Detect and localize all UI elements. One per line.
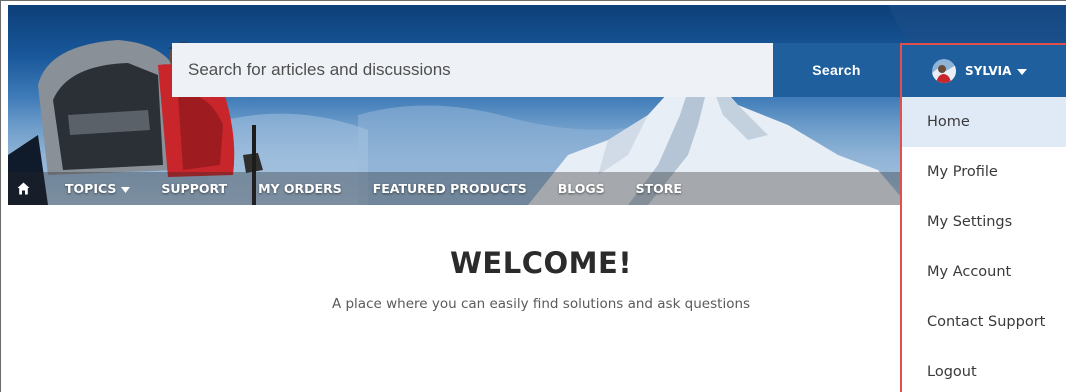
nav-item-label: MY ORDERS <box>258 181 342 196</box>
search-button[interactable]: Search <box>773 43 900 97</box>
nav-item-featured-products[interactable]: FEATURED PRODUCTS <box>373 181 527 196</box>
welcome-title: WELCOME! <box>449 246 633 280</box>
search-bar: Search <box>172 43 900 97</box>
menu-item-home[interactable]: Home <box>902 97 1066 147</box>
nav-item-label: SUPPORT <box>161 181 228 196</box>
user-menu-panel: SYLVIA Home My Profile My Settings My Ac… <box>900 43 1066 392</box>
main-nav: TOPICS SUPPORT MY ORDERS FEATURED PRODUC… <box>8 172 900 205</box>
nav-item-topics[interactable]: TOPICS <box>65 181 131 196</box>
menu-item-my-settings[interactable]: My Settings <box>902 197 1066 247</box>
caret-down-icon <box>1017 62 1028 80</box>
nav-home[interactable] <box>12 172 34 205</box>
user-menu-list: Home My Profile My Settings My Account C… <box>902 97 1066 392</box>
nav-item-label: FEATURED PRODUCTS <box>372 181 527 196</box>
nav-item-store[interactable]: STORE <box>636 181 682 196</box>
user-name: SYLVIA <box>965 64 1012 78</box>
home-icon <box>17 182 29 195</box>
caret-down-icon <box>121 181 131 196</box>
nav-item-label: STORE <box>635 181 682 196</box>
nav-item-blogs[interactable]: BLOGS <box>558 181 605 196</box>
nav-item-support[interactable]: SUPPORT <box>161 181 227 196</box>
welcome-subtitle: A place where you can easily find soluti… <box>331 296 751 312</box>
nav-item-label: TOPICS <box>65 181 117 196</box>
user-menu-trigger[interactable]: SYLVIA <box>902 45 1066 97</box>
menu-item-logout[interactable]: Logout <box>902 347 1066 392</box>
menu-item-my-profile[interactable]: My Profile <box>902 147 1066 197</box>
avatar <box>932 59 956 83</box>
nav-item-label: BLOGS <box>557 181 605 196</box>
nav-item-my-orders[interactable]: MY ORDERS <box>258 181 342 196</box>
search-input[interactable] <box>172 43 773 97</box>
